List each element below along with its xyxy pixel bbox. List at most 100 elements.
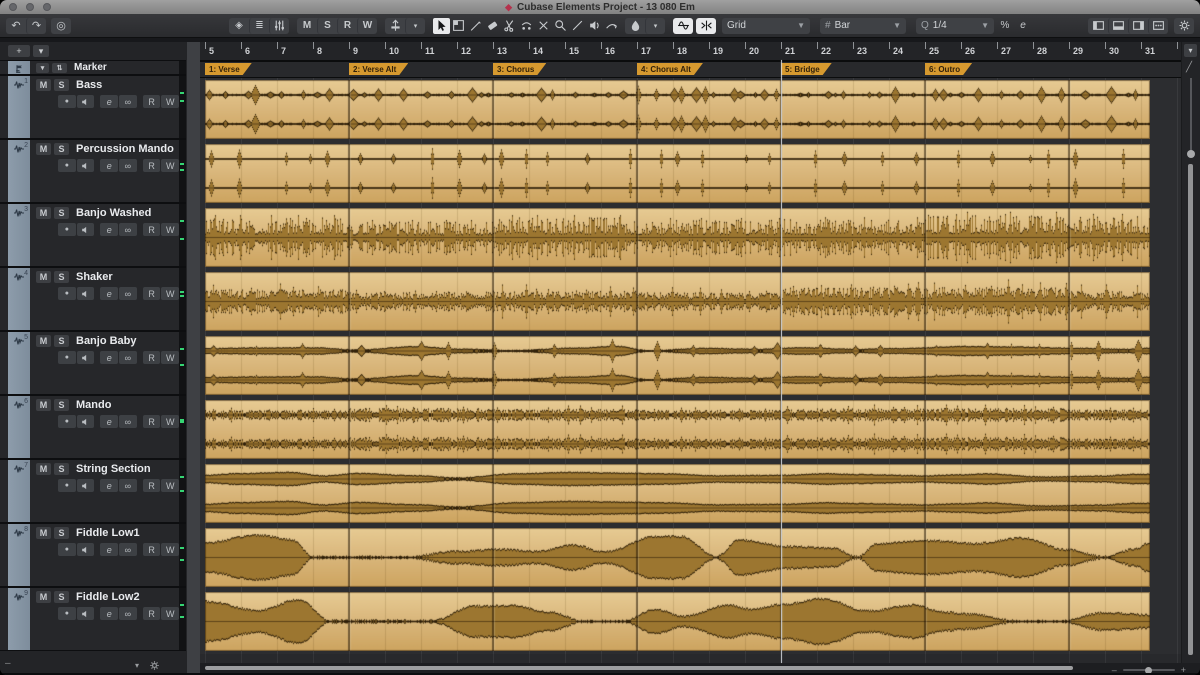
marker-flag[interactable]: 6: Outro: [925, 63, 972, 75]
audio-region[interactable]: [205, 208, 1150, 267]
track-freeze-button[interactable]: ∞: [119, 159, 137, 172]
track-row[interactable]: 4 M S Shaker ● e ∞ R W: [0, 268, 186, 332]
track-visibility-button[interactable]: ≣: [249, 17, 269, 34]
track-edit-channel-button[interactable]: e: [100, 287, 119, 300]
track-solo-button[interactable]: S: [54, 399, 69, 411]
horizontal-scrollbar[interactable]: [205, 666, 1073, 670]
global-r-button[interactable]: R: [337, 17, 357, 34]
snap-zero-crossing-toggle[interactable]: [673, 17, 693, 34]
track-edit-channel-button[interactable]: e: [100, 607, 119, 620]
track-mute-button[interactable]: M: [36, 207, 51, 219]
track-freeze-button[interactable]: ∞: [119, 479, 137, 492]
vertical-scrollbar[interactable]: [1188, 164, 1193, 655]
track-monitor-button[interactable]: [76, 287, 95, 300]
add-marker-button[interactable]: ▾: [36, 62, 49, 73]
undo-button[interactable]: ↶: [6, 18, 26, 34]
object-select-tool-button[interactable]: [433, 17, 450, 34]
audio-region[interactable]: [205, 592, 1150, 651]
track-row[interactable]: 3 M S Banjo Washed ● e ∞ R W: [0, 204, 186, 268]
track-read-automation-button[interactable]: R: [142, 543, 161, 556]
divider-handle[interactable]: –: [5, 658, 11, 669]
zones-setup-button[interactable]: [1148, 17, 1168, 34]
minimize-window-button[interactable]: [26, 3, 34, 11]
activate-project-button[interactable]: ◎: [51, 17, 71, 34]
track-edit-channel-button[interactable]: e: [100, 95, 119, 108]
add-track-options-button[interactable]: ▾: [33, 45, 49, 57]
lower-zone-button[interactable]: [1108, 17, 1128, 34]
track-record-button[interactable]: ●: [58, 159, 76, 172]
track-read-automation-button[interactable]: R: [142, 415, 161, 428]
track-monitor-button[interactable]: [76, 415, 95, 428]
track-read-automation-button[interactable]: R: [142, 223, 161, 236]
autoscroll-options-button[interactable]: ▾: [405, 17, 425, 34]
audio-region[interactable]: [205, 144, 1150, 203]
audio-region[interactable]: [205, 80, 1150, 139]
quantize-panel-button[interactable]: e: [1015, 18, 1031, 34]
track-write-automation-button[interactable]: W: [161, 607, 179, 620]
track-solo-button[interactable]: S: [54, 271, 69, 283]
track-solo-button[interactable]: S: [54, 143, 69, 155]
track-solo-button[interactable]: S: [54, 335, 69, 347]
track-edit-channel-button[interactable]: e: [100, 159, 119, 172]
track-monitor-button[interactable]: [76, 95, 95, 108]
zoom-preset-icon[interactable]: ╱: [1186, 62, 1192, 73]
audio-region[interactable]: [205, 400, 1150, 459]
track-edit-channel-button[interactable]: e: [100, 351, 119, 364]
track-row[interactable]: 5 M S Banjo Baby ● e ∞ R W: [0, 332, 186, 396]
track-record-button[interactable]: ●: [58, 223, 76, 236]
audio-region[interactable]: [205, 464, 1150, 523]
split-tool-button[interactable]: [501, 18, 518, 34]
marker-track-row[interactable]: ▾ ⇅ Marker: [0, 61, 186, 76]
ruler-options-button[interactable]: ▾: [1184, 44, 1197, 57]
track-record-button[interactable]: ●: [58, 607, 76, 620]
track-row[interactable]: 1 M S Bass ● e ∞ R W: [0, 76, 186, 140]
track-freeze-button[interactable]: ∞: [119, 607, 137, 620]
track-write-automation-button[interactable]: W: [161, 287, 179, 300]
marker-flag[interactable]: 4: Chorus Alt: [637, 63, 703, 75]
audio-region[interactable]: [205, 336, 1150, 395]
zoom-window-button[interactable]: [43, 3, 51, 11]
audio-region[interactable]: [205, 528, 1150, 587]
audio-region[interactable]: [205, 272, 1150, 331]
color-tool-button[interactable]: [625, 18, 645, 34]
timeline-ruler[interactable]: 5 6 7 8 9 10 11 12 13 14 15 16 17 18 19 20 21 22 23 24 25 26 2…: [200, 42, 1182, 62]
track-write-automation-button[interactable]: W: [161, 95, 179, 108]
track-freeze-button[interactable]: ∞: [119, 223, 137, 236]
global-s-button[interactable]: S: [317, 17, 337, 34]
draw-tool-button[interactable]: [467, 18, 484, 34]
track-monitor-button[interactable]: [76, 543, 95, 556]
add-cycle-marker-button[interactable]: ⇅: [52, 62, 67, 73]
zoom-tool-button[interactable]: [552, 18, 569, 34]
vertical-zoom-slider[interactable]: [1190, 78, 1192, 156]
setup-window-layout-button[interactable]: ◈: [229, 18, 249, 34]
color-tool-options-button[interactable]: ▾: [645, 17, 665, 34]
track-record-button[interactable]: ●: [58, 479, 76, 492]
horizontal-zoom-slider[interactable]: [1122, 666, 1175, 674]
track-mute-button[interactable]: M: [36, 527, 51, 539]
right-zone-button[interactable]: [1128, 17, 1148, 34]
track-freeze-button[interactable]: ∞: [119, 543, 137, 556]
redo-button[interactable]: ↷: [26, 17, 46, 34]
track-write-automation-button[interactable]: W: [161, 223, 179, 236]
global-w-button[interactable]: W: [357, 17, 377, 34]
track-read-automation-button[interactable]: R: [142, 95, 161, 108]
range-select-tool-button[interactable]: [450, 18, 467, 34]
scrub-tool-button[interactable]: [603, 18, 620, 34]
window-settings-button[interactable]: [1174, 17, 1194, 34]
quantize-dropdown[interactable]: Q 1/4 ▼: [916, 17, 994, 34]
track-read-automation-button[interactable]: R: [142, 607, 161, 620]
track-controls-settings-icon[interactable]: [149, 660, 160, 671]
track-solo-button[interactable]: S: [54, 591, 69, 603]
track-row[interactable]: 7 M S String Section ● e ∞ R W: [0, 460, 186, 524]
track-record-button[interactable]: ●: [58, 287, 76, 300]
global-m-button[interactable]: M: [297, 18, 317, 34]
track-row[interactable]: 8 M S Fiddle Low1 ● e ∞ R W: [0, 524, 186, 588]
track-row[interactable]: 6 M S Mando ● e ∞ R W: [0, 396, 186, 460]
track-write-automation-button[interactable]: W: [161, 351, 179, 364]
track-freeze-button[interactable]: ∞: [119, 287, 137, 300]
marker-flag[interactable]: 3: Chorus: [493, 63, 546, 75]
mixer-button[interactable]: [269, 17, 289, 34]
close-window-button[interactable]: [9, 3, 17, 11]
track-mute-button[interactable]: M: [36, 335, 51, 347]
track-monitor-button[interactable]: [76, 479, 95, 492]
